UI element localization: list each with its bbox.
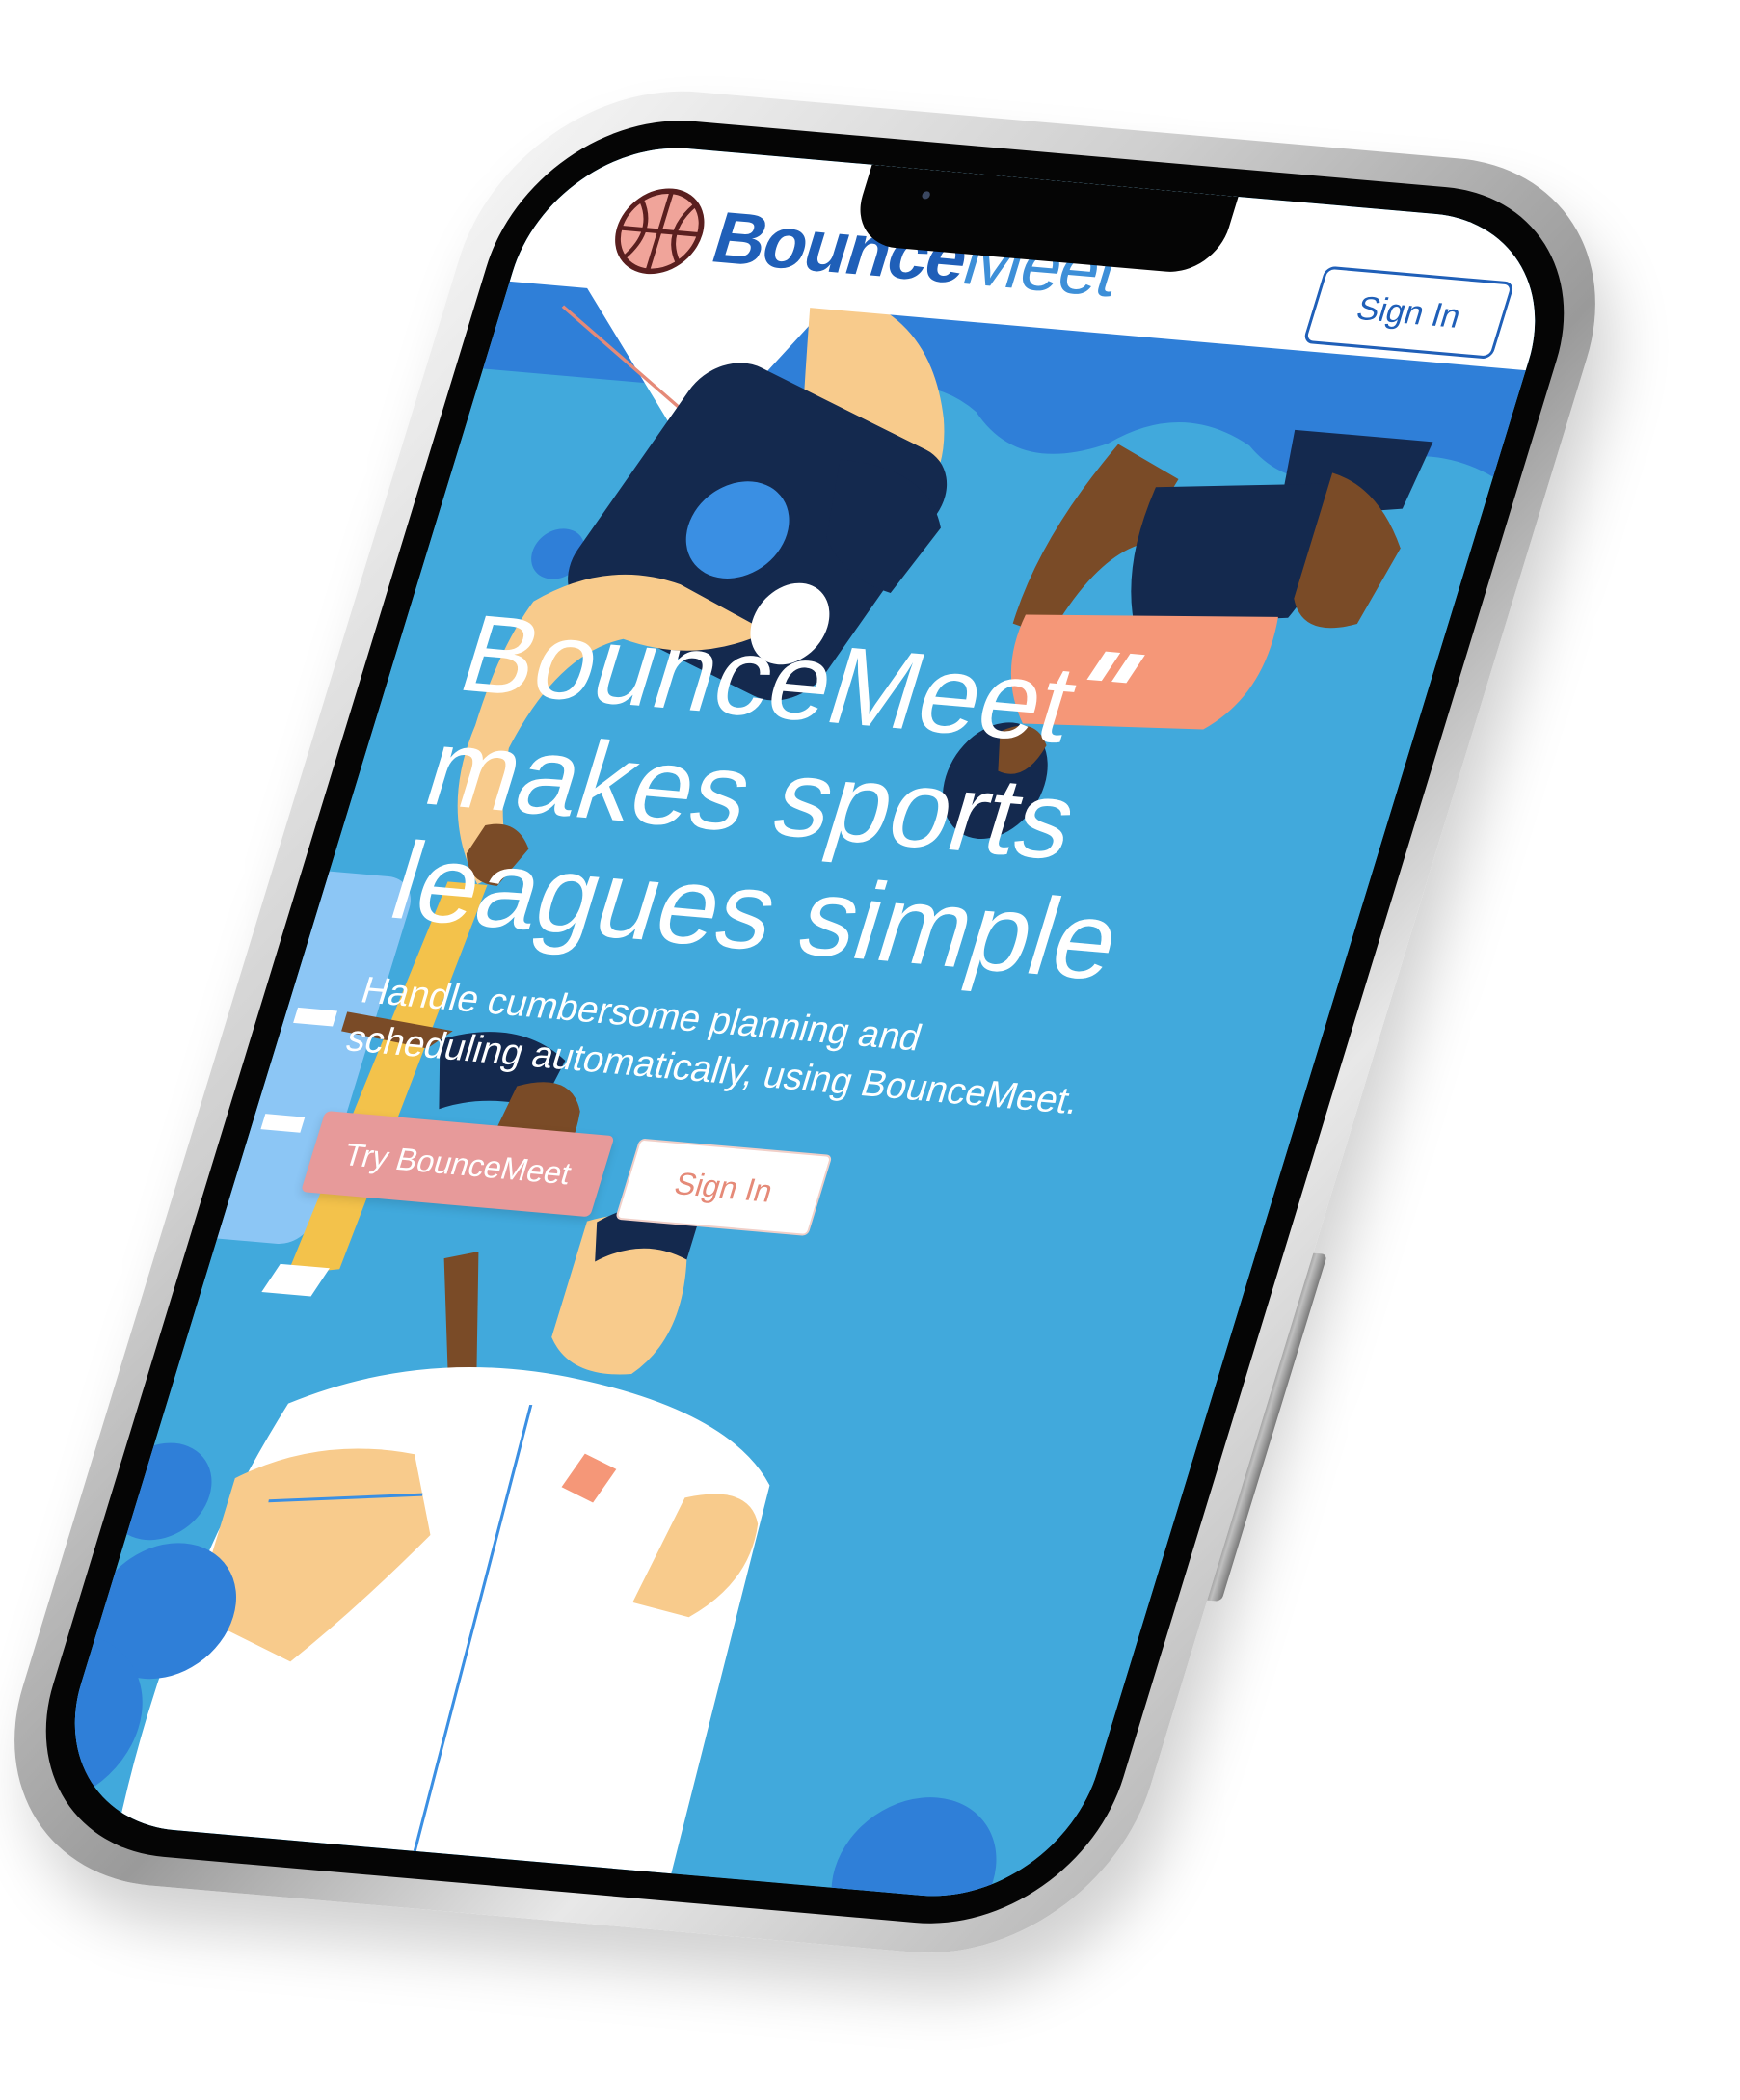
header-sign-in-button[interactable]: Sign In [1302, 265, 1515, 360]
device-mockup-stage: BounceMeet Sign In BounceMeet makes spor… [0, 0, 1740, 2100]
hero-sign-in-button[interactable]: Sign In [614, 1138, 833, 1237]
phone-frame: BounceMeet Sign In BounceMeet makes spor… [0, 75, 1644, 1969]
hero-title: BounceMeet makes sports leagues simple [378, 592, 1273, 1007]
basketball-icon [615, 188, 705, 275]
front-camera-icon [921, 191, 931, 200]
phone-screen: BounceMeet Sign In BounceMeet makes spor… [40, 136, 1570, 1908]
phone-bezel: BounceMeet Sign In BounceMeet makes spor… [4, 107, 1606, 1937]
